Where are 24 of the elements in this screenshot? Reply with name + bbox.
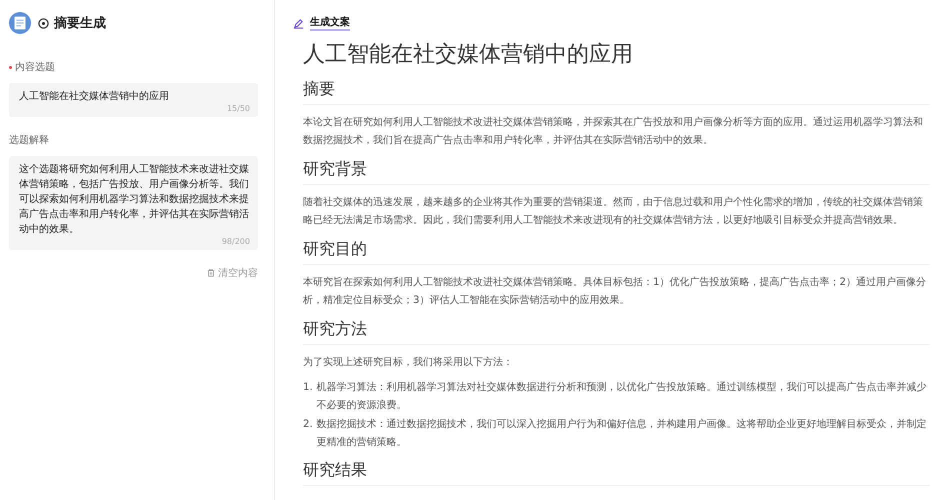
trash-icon [207,269,215,277]
section-heading: 研究结果 [303,460,930,486]
paragraph: 本研究旨在探索如何利用人工智能技术改进社交媒体营销策略。具体目标包括：1）优化广告投放策略，提高广告点击率；2）通过用户画像分析，精准定位目标受众；3）评估人工智能在实际营销活动中的应用效果。 [303,276,927,308]
section-heading: 摘要 [303,79,930,105]
text-field[interactable]: 人工智能在社交媒体营销中的应用 15/50 [9,83,258,117]
text-field[interactable]: 这个选题将研究如何利用人工智能技术来改进社交媒体营销策略，包括广告投放、用户画像分析等。我们可以探索如何利用机器学习算法和数据挖掘技术来提高广告点击率和用户转化率，并评估其在实际营销活动中的效果。 98/200 [9,156,258,250]
paragraph: 为了实现上述研究目标，我们将采用以下方法： [303,356,514,370]
document-icon [9,12,31,34]
generated-copy-tab[interactable]: 生成文案 [310,15,350,31]
list-number: 2. [303,418,313,432]
paragraph: 随着社交媒体的迅速发展，越来越多的企业将其作为重要的营销渠道。然而，由于信息过载和用户个性化需求的增加，传统的社交媒体营销策略已经无法满足市场需求。因此，我们需要利用人工智能技术来改进现有的社交媒体营销方法，以更好地吸引目标受众并提高营销效果。 [303,196,924,228]
field-label: 选题解释 [9,134,49,147]
list-item-text: 数据挖掘技术：通过数据挖掘技术，我们可以深入挖掘用户行为和偏好信息，并构建用户画像。这将帮助企业更好地理解目标受众，并制定更精准的营销策略。 [316,418,928,450]
panel-title: 摘要生成 [54,14,106,32]
document-title: 人工智能在社交媒体营销中的应用 [303,41,634,69]
paragraph: 本论文旨在研究如何利用人工智能技术改进社交媒体营销策略，并探索其在广告投放和用户画像分析等方面的应用。通过运用机器学习算法和数据挖掘技术，我们旨在提高广告点击率和用户转化率，并评估其在实际营销活动中的效果。 [303,116,924,148]
circled-number-icon [38,18,49,28]
pencil-icon [293,18,304,28]
list-number: 1. [303,381,313,395]
section-heading: 研究背景 [303,159,930,185]
field-label: 内容选题 [15,60,55,74]
section-heading: 研究目的 [303,239,930,265]
section-heading: 研究方法 [303,319,930,345]
list-item-text: 机器学习算法：利用机器学习算法对社交媒体数据进行分析和预测，以优化广告投放策略。通过训练模型，我们可以提高广告点击率并减少不必要的资源浪费。 [316,380,928,413]
